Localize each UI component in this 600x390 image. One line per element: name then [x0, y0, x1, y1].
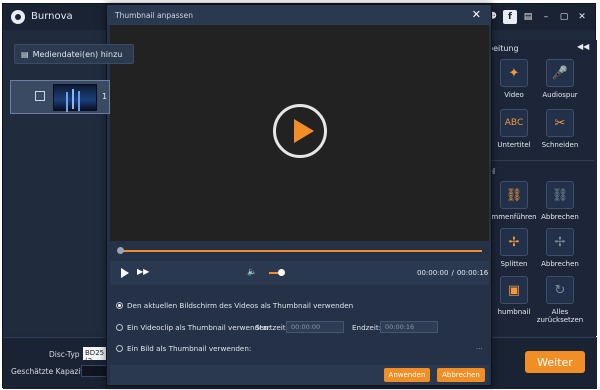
tool-label: Abbrechen: [541, 213, 579, 221]
radio-video-clip[interactable]: [116, 324, 123, 331]
play-icon[interactable]: [121, 268, 129, 278]
tool-reset-all[interactable]: ↻ Alles zurücksetzen: [533, 276, 587, 324]
tool-label: mmenführen: [491, 213, 537, 221]
start-time-input[interactable]: 00:00:00: [286, 321, 344, 333]
thumbnail-icon: ▣: [500, 276, 528, 304]
link-icon: ⛓: [500, 181, 528, 209]
time-display: 00:00:00/00:00:16: [417, 269, 488, 277]
timeline-handle[interactable]: [117, 247, 124, 254]
play-overlay-icon[interactable]: [273, 104, 327, 158]
radio-current-frame[interactable]: [116, 302, 123, 309]
collapse-panel-icon[interactable]: ◀◀: [577, 42, 589, 51]
tools-divider: [486, 160, 594, 161]
option-image[interactable]: Ein Bild als Thumbnail verwenden:: [116, 344, 251, 353]
microphone-icon: 🎤: [546, 59, 574, 87]
close-icon[interactable]: ✕: [575, 10, 589, 24]
add-file-icon: ▤: [21, 49, 29, 59]
tools-panel-title: beitung: [488, 44, 519, 53]
end-time-label: Endzeit:: [352, 323, 382, 332]
split-icon: ✢: [500, 228, 528, 256]
add-media-label: Mediendatei(en) hinzu: [32, 49, 123, 59]
tool-label: Alles zurücksetzen: [536, 308, 584, 324]
volume-handle[interactable]: [278, 269, 285, 276]
tool-label: Splitten: [500, 260, 528, 268]
player-controls: ▶▶ 🔈 00:00:00/00:00:16: [110, 261, 489, 285]
app-title: Burnova: [31, 11, 73, 22]
tool-label: Video: [504, 91, 524, 99]
dialog-title: Thumbnail anpassen: [115, 11, 193, 20]
tool-label: Untertitel: [497, 141, 531, 149]
video-preview[interactable]: [110, 25, 489, 241]
option-video-clip[interactable]: Ein Videoclip als Thumbnail verwenden:: [116, 323, 271, 332]
time-current: 00:00:00: [417, 269, 449, 277]
time-separator: /: [451, 269, 454, 277]
option-image-label: Ein Bild als Thumbnail verwenden:: [127, 344, 252, 353]
tool-audio[interactable]: 🎤 Audiospur: [533, 59, 587, 99]
fast-forward-icon[interactable]: ▶▶: [137, 267, 149, 276]
tool-label: Abbrechen: [541, 260, 579, 268]
media-list-item[interactable]: 1: [10, 80, 110, 114]
option-video-clip-label: Ein Videoclip als Thumbnail verwenden:: [127, 323, 271, 332]
media-panel: [3, 30, 108, 333]
cancel-split-icon: ✢: [546, 228, 574, 256]
close-icon[interactable]: ✕: [472, 8, 481, 21]
add-media-button[interactable]: ▤ Mediendatei(en) hinzu: [14, 44, 134, 64]
media-item-checkbox[interactable]: [35, 91, 45, 101]
unlink-icon: ⛓: [546, 181, 574, 209]
end-time-input[interactable]: 00:00:16: [380, 321, 438, 333]
disc-type-label: Disc-Typ: [49, 350, 80, 359]
feedback-icon[interactable]: ▤: [521, 10, 535, 24]
browse-button[interactable]: ...: [476, 343, 483, 351]
magic-wand-icon: ✦: [500, 59, 528, 87]
dialog-title-bar: Thumbnail anpassen ✕: [107, 5, 491, 25]
maximize-icon[interactable]: ▢: [557, 10, 571, 24]
dialog-footer: Anwenden Abbrechen: [110, 365, 489, 385]
reset-icon: ↻: [546, 276, 574, 304]
start-time-label: Startzeit:: [255, 323, 288, 332]
abc-subtitle-icon: ABC: [500, 109, 528, 137]
media-item-thumbnail: [53, 84, 97, 111]
minimize-icon[interactable]: –: [539, 10, 553, 24]
burnova-logo-icon: [11, 10, 25, 24]
next-button[interactable]: Weiter: [525, 351, 585, 373]
tool-label: Schneiden: [541, 141, 579, 149]
cancel-button[interactable]: Abbrechen: [437, 368, 485, 382]
option-current-frame-label: Den aktuellen Bildschirm des Videos als …: [127, 301, 354, 310]
tool-label: Audiospur: [542, 91, 578, 99]
option-current-frame[interactable]: Den aktuellen Bildschirm des Videos als …: [116, 301, 353, 310]
capacity-bar: [81, 365, 109, 377]
apply-button[interactable]: Anwenden: [384, 368, 430, 382]
media-item-number: 1: [102, 92, 108, 101]
tool-label: humbnail: [497, 308, 531, 316]
tool-cancel-split[interactable]: ✢ Abbrechen: [533, 228, 587, 268]
thumbnail-options: Den aktuellen Bildschirm des Videos als …: [110, 285, 489, 365]
tool-cancel-merge[interactable]: ⛓ Abbrechen: [533, 181, 587, 221]
radio-image[interactable]: [116, 345, 123, 352]
thumbnail-dialog: Thumbnail anpassen ✕ ▶▶ 🔈 00:00:00/00:00…: [106, 4, 492, 386]
facebook-icon[interactable]: f: [503, 10, 517, 24]
time-total: 00:00:16: [456, 269, 489, 277]
timeline-track[interactable]: [120, 250, 482, 252]
timeline[interactable]: [110, 241, 489, 261]
tool-cut[interactable]: ✂ Schneiden: [533, 109, 587, 149]
scissors-icon: ✂: [546, 109, 574, 137]
volume-icon[interactable]: 🔈: [247, 267, 257, 276]
